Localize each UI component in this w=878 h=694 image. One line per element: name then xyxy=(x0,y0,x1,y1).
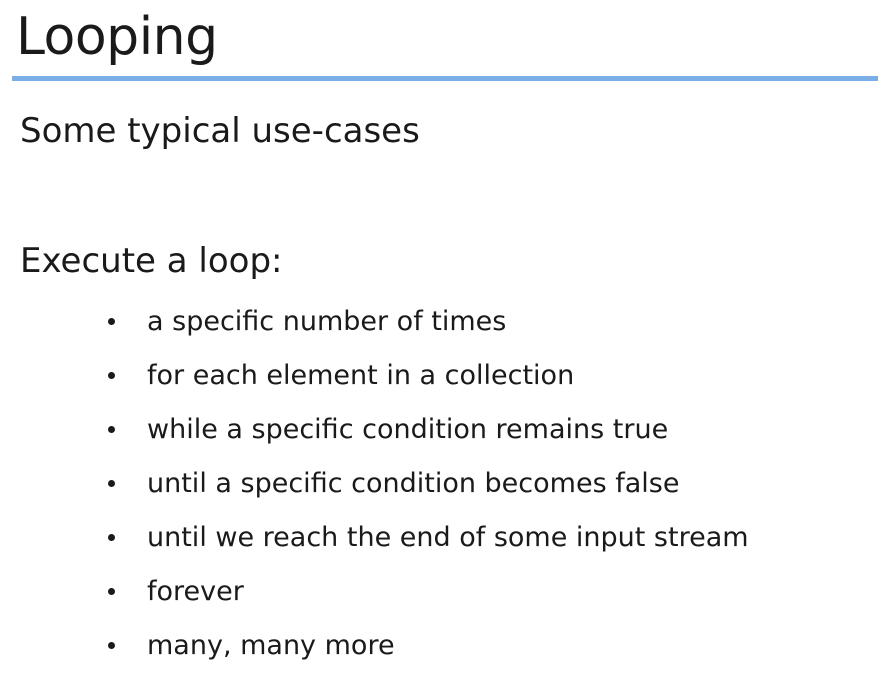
bullet-icon xyxy=(108,587,115,595)
bullet-icon xyxy=(108,317,115,325)
list-item-text: many, many more xyxy=(147,629,395,661)
list-item: until we reach the end of some input str… xyxy=(104,510,749,564)
list-item-text: until we reach the end of some input str… xyxy=(147,521,749,553)
list-item: until a specific condition becomes false xyxy=(104,456,749,510)
list-item: many, many more xyxy=(104,618,749,672)
slide-subtitle: Some typical use-cases xyxy=(20,111,420,151)
bullet-icon xyxy=(108,479,115,487)
bullet-icon xyxy=(108,371,115,379)
list-item: for each element in a collection xyxy=(104,348,749,402)
bullet-list: a specific number of times for each elem… xyxy=(104,294,749,672)
list-item-text: forever xyxy=(147,575,244,607)
list-item-text: until a specific condition becomes false xyxy=(147,467,680,499)
bullet-icon xyxy=(108,533,115,541)
list-item-text: for each element in a collection xyxy=(147,359,575,391)
section-heading: Execute a loop: xyxy=(20,241,283,281)
list-item: a specific number of times xyxy=(104,294,749,348)
list-item-text: while a specific condition remains true xyxy=(147,413,669,445)
title-divider xyxy=(12,76,878,81)
list-item: forever xyxy=(104,564,749,618)
list-item-text: a specific number of times xyxy=(147,305,507,337)
list-item: while a specific condition remains true xyxy=(104,402,749,456)
slide-title: Looping xyxy=(16,7,218,67)
bullet-icon xyxy=(108,425,115,433)
bullet-icon xyxy=(108,641,115,649)
